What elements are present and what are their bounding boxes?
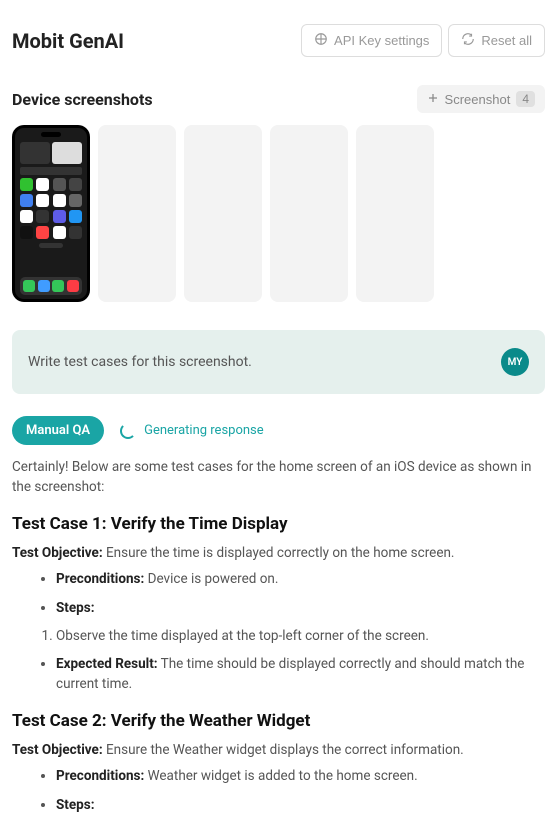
tc1-steps-label: Steps: bbox=[56, 598, 545, 618]
tc2-objective: Test Objective: Ensure the Weather widge… bbox=[12, 740, 545, 760]
user-avatar: MY bbox=[501, 348, 529, 376]
dock-icon bbox=[52, 280, 64, 292]
manual-qa-badge[interactable]: Manual QA bbox=[12, 416, 104, 445]
header-actions: API Key settings Reset all bbox=[301, 24, 545, 57]
header: Mobit GenAI API Key settings Reset all bbox=[12, 24, 545, 57]
tc1-expected: Expected Result: The time should be disp… bbox=[56, 654, 545, 695]
search-pill bbox=[39, 243, 63, 248]
app-icon bbox=[53, 210, 66, 223]
generating-status: Generating response bbox=[120, 423, 264, 439]
app-icon bbox=[53, 226, 66, 239]
app-icon-grid bbox=[20, 178, 82, 239]
app-icon bbox=[36, 210, 49, 223]
screenshot-thumbnail[interactable] bbox=[12, 125, 90, 302]
dock-icon bbox=[23, 280, 35, 292]
api-key-settings-button[interactable]: API Key settings bbox=[301, 24, 442, 57]
ai-response: Certainly! Below are some test cases for… bbox=[12, 457, 545, 815]
app-icon bbox=[69, 210, 82, 223]
dock-icon bbox=[38, 280, 50, 292]
app-icon bbox=[36, 226, 49, 239]
time-widget bbox=[20, 142, 50, 164]
add-screenshot-label: Screenshot bbox=[445, 92, 511, 107]
response-intro: Certainly! Below are some test cases for… bbox=[12, 457, 545, 498]
tc1-title: Test Case 1: Verify the Time Display bbox=[12, 512, 545, 538]
tc2-steps-label: Steps: bbox=[56, 795, 545, 815]
dock-icon bbox=[67, 280, 79, 292]
screenshots-section-header: Device screenshots Screenshot 4 bbox=[12, 85, 545, 113]
tc2-title: Test Case 2: Verify the Weather Widget bbox=[12, 709, 545, 735]
siri-widget bbox=[20, 167, 82, 175]
refresh-icon bbox=[461, 32, 475, 49]
screenshot-slot-empty[interactable] bbox=[184, 125, 262, 302]
widget-row bbox=[20, 142, 82, 164]
screenshot-slot-empty[interactable] bbox=[356, 125, 434, 302]
screenshot-remaining-count: 4 bbox=[516, 91, 535, 107]
app-icon bbox=[20, 194, 33, 207]
add-screenshot-button[interactable]: Screenshot 4 bbox=[417, 85, 545, 113]
reset-all-button[interactable]: Reset all bbox=[448, 24, 545, 57]
tc1-step1: Observe the time displayed at the top-le… bbox=[56, 626, 545, 646]
app-icon bbox=[36, 178, 49, 191]
app-icon bbox=[69, 178, 82, 191]
api-key-settings-label: API Key settings bbox=[334, 33, 429, 48]
section-title: Device screenshots bbox=[12, 90, 153, 109]
app-icon bbox=[53, 194, 66, 207]
user-prompt-box: Write test cases for this screenshot. MY bbox=[12, 330, 545, 394]
status-row: Manual QA Generating response bbox=[12, 416, 545, 445]
app-icon bbox=[69, 226, 82, 239]
openai-icon bbox=[314, 32, 328, 49]
tc1-objective: Test Objective: Ensure the time is displ… bbox=[12, 543, 545, 563]
screenshot-slot-empty[interactable] bbox=[270, 125, 348, 302]
app-icon bbox=[36, 194, 49, 207]
app-icon bbox=[53, 178, 66, 191]
screenshot-slots bbox=[12, 125, 545, 302]
reset-all-label: Reset all bbox=[481, 33, 532, 48]
weather-widget bbox=[52, 142, 82, 164]
app-icon bbox=[69, 194, 82, 207]
prompt-text: Write test cases for this screenshot. bbox=[28, 354, 252, 370]
app-icon bbox=[20, 210, 33, 223]
phone-dock bbox=[20, 277, 82, 295]
generating-label: Generating response bbox=[144, 423, 264, 438]
app-title: Mobit GenAI bbox=[12, 29, 124, 53]
plus-icon bbox=[427, 92, 439, 107]
app-icon bbox=[20, 178, 33, 191]
spinner-icon bbox=[120, 423, 136, 439]
tc1-preconditions: Preconditions: Device is powered on. bbox=[56, 569, 545, 589]
phone-notch bbox=[41, 132, 61, 137]
tc2-preconditions: Preconditions: Weather widget is added t… bbox=[56, 766, 545, 786]
app-icon bbox=[20, 226, 33, 239]
screenshot-slot-empty[interactable] bbox=[98, 125, 176, 302]
